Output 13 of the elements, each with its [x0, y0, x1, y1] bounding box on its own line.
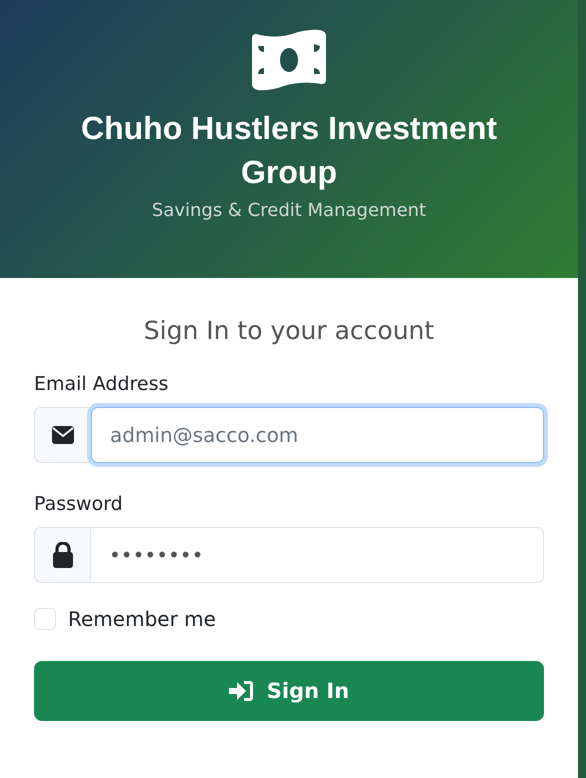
- app-subtitle: Savings & Credit Management: [152, 200, 426, 221]
- email-field[interactable]: admin@sacco.com: [91, 407, 544, 463]
- login-icon: [228, 679, 255, 703]
- remember-checkbox[interactable]: [34, 608, 56, 630]
- field-label: Email Address: [34, 373, 170, 395]
- password-field[interactable]: ••••••••: [91, 527, 544, 583]
- lock-icon: [52, 542, 72, 568]
- sign-in-button[interactable]: Sign In: [34, 661, 544, 721]
- envelope-icon: [52, 426, 74, 444]
- form-heading: Sign In to your account: [142, 316, 436, 345]
- app-title: Chuho Hustlers Investment Group: [80, 109, 498, 192]
- field-label: Password: [34, 493, 124, 515]
- remember-label[interactable]: Remember me: [68, 607, 216, 631]
